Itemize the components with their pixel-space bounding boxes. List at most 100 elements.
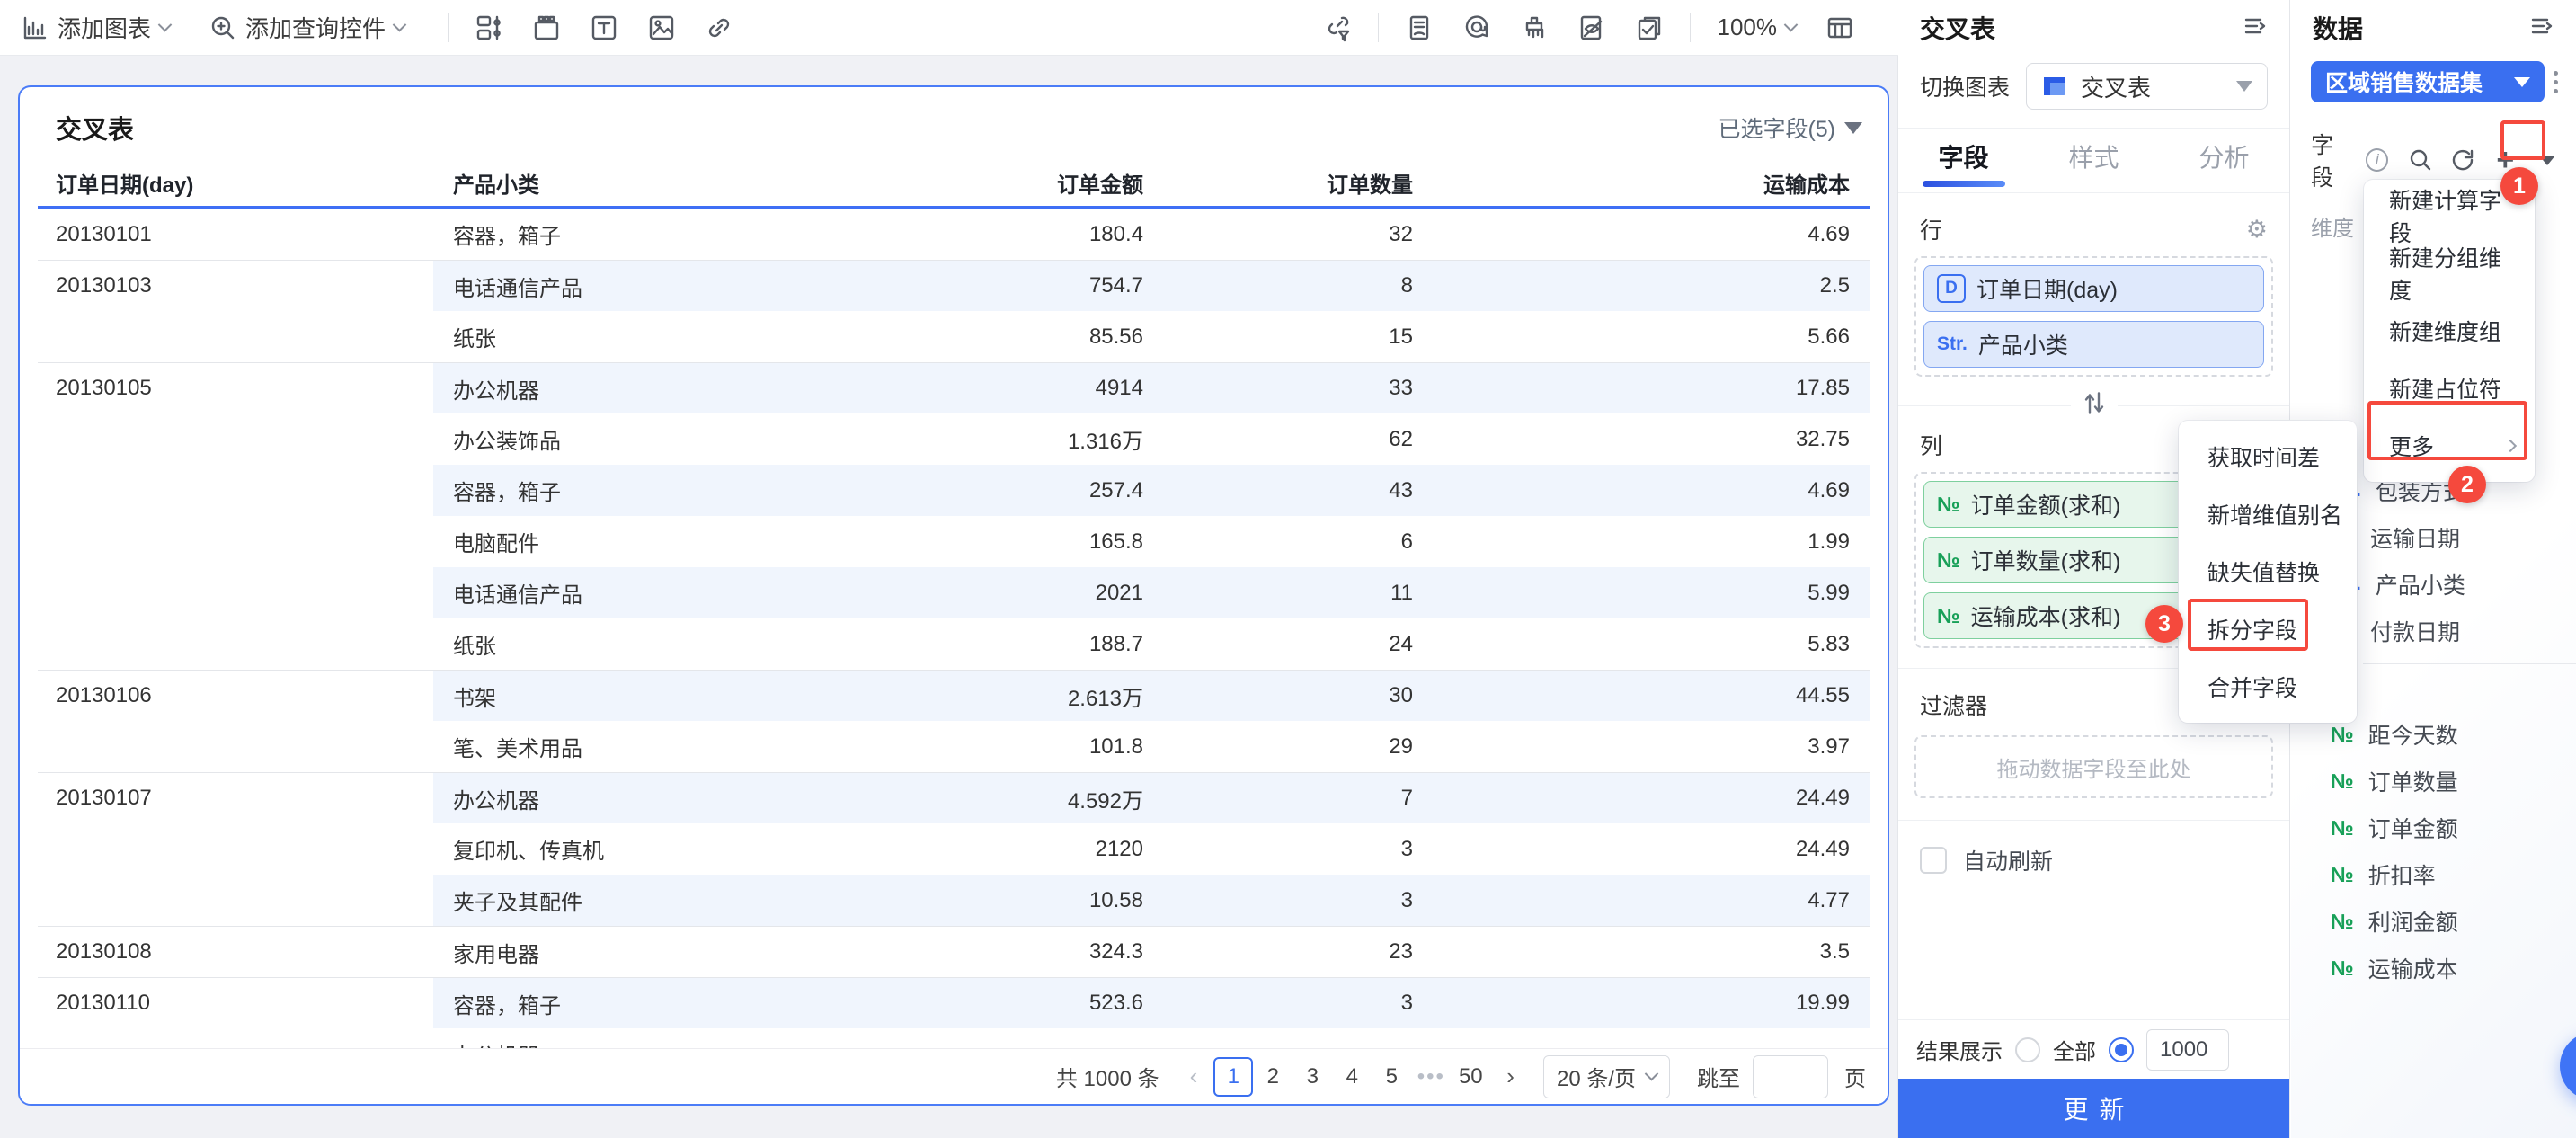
auto-refresh-checkbox[interactable] bbox=[1920, 847, 1947, 874]
column-header-cost[interactable]: 运输成本 bbox=[1413, 167, 1870, 199]
table-row[interactable]: 纸张 85.56 15 5.66 bbox=[38, 311, 1870, 362]
row-amount-cell: 180.4 bbox=[1088, 221, 1143, 246]
add-field-caret[interactable] bbox=[2530, 142, 2565, 178]
menu-item-label: 新建维度组 bbox=[2389, 320, 2502, 345]
result-all-radio[interactable] bbox=[2015, 1036, 2040, 1062]
row-date-cell bbox=[38, 721, 433, 772]
row-field-chip[interactable]: D 订单日期(day) bbox=[1923, 265, 2264, 312]
table-row[interactable]: 复印机、传真机 2120 3 24.49 bbox=[38, 823, 1870, 875]
context-menu-item-1[interactable]: 获取时间差 bbox=[2179, 428, 2357, 485]
toolbar-divider bbox=[1377, 13, 1379, 42]
dataset-select-button[interactable]: 区域销售数据集 bbox=[2311, 61, 2545, 102]
measure-field-item[interactable]: № 订单数量 bbox=[2291, 758, 2576, 805]
text-widget-button[interactable] bbox=[583, 7, 625, 49]
column-header-amount[interactable]: 订单金额 bbox=[973, 167, 1143, 199]
field-label: 订单金额 bbox=[2367, 817, 2458, 842]
batch-select-button[interactable] bbox=[1629, 7, 1670, 49]
link-widget-button[interactable] bbox=[698, 7, 740, 49]
dataset-name: 区域销售数据集 bbox=[2325, 71, 2483, 96]
add-menu-item-2[interactable]: 新建分组维度 bbox=[2364, 244, 2535, 304]
refresh-icon bbox=[2452, 149, 2474, 171]
row-qty-cell: 7 bbox=[1143, 773, 1413, 823]
result-count-radio[interactable] bbox=[2109, 1036, 2134, 1062]
more-submenu: 获取时间差 新增维值别名 缺失值替换 拆分字段 合并字段 bbox=[2179, 421, 2357, 723]
hide-elements-button[interactable] bbox=[1571, 7, 1612, 49]
page-number-1[interactable]: 1 bbox=[1213, 1056, 1254, 1097]
table-row[interactable]: 容器，箱子 257.4 43 4.69 bbox=[38, 465, 1870, 516]
grid-view-button[interactable] bbox=[1819, 7, 1861, 49]
context-menu-item-3[interactable]: 缺失值替换 bbox=[2179, 543, 2357, 600]
table-row[interactable]: 电脑配件 165.8 6 1.99 bbox=[38, 516, 1870, 567]
page-config-button[interactable] bbox=[1399, 7, 1440, 49]
cross-table-card[interactable]: 交叉表 已选字段(5) 订单日期(day) 产品小类 订单金额 订单数量 运输成… bbox=[18, 85, 1889, 1106]
page-number-50[interactable]: 50 bbox=[1451, 1057, 1490, 1097]
add-query-control-button[interactable]: 添加查询控件 bbox=[209, 11, 407, 44]
filter-control-button[interactable] bbox=[468, 7, 510, 49]
swap-axes-button[interactable] bbox=[2070, 389, 2118, 422]
table-row[interactable]: 20130106 书架 2.613万 30 44.55 bbox=[38, 670, 1870, 721]
chevron-down-icon bbox=[157, 17, 173, 32]
context-menu-item-2[interactable]: 新增维值别名 bbox=[2179, 485, 2357, 543]
column-header-order-date[interactable]: 订单日期(day) bbox=[38, 167, 433, 199]
pagination-total: 共 1000 条 bbox=[1055, 1067, 1159, 1091]
link-settings-button[interactable] bbox=[1317, 7, 1358, 49]
table-row[interactable]: 20130110 容器，箱子 523.6 3 19.99 bbox=[38, 977, 1870, 1028]
update-button[interactable]: 更新 bbox=[1898, 1079, 2289, 1138]
table-row[interactable]: 办公装饰品 1.316万 62 32.75 bbox=[38, 413, 1870, 465]
column-header-product[interactable]: 产品小类 bbox=[433, 167, 973, 199]
table-row[interactable]: 20130107 办公机器 4.592万 7 24.49 bbox=[38, 772, 1870, 823]
measure-field-item[interactable]: № 利润金额 bbox=[2291, 898, 2576, 945]
selected-fields-dropdown[interactable]: 已选字段(5) bbox=[1718, 111, 1862, 144]
result-count-input[interactable]: 1000 bbox=[2146, 1028, 2229, 1071]
row-amount-cell: 165.8 bbox=[1088, 529, 1143, 554]
rows-drop-zone[interactable]: D 订单日期(day) Str. 产品小类 bbox=[1914, 256, 2273, 377]
zoom-control[interactable]: 100% bbox=[1718, 13, 1799, 41]
page-number-2[interactable]: 2 bbox=[1253, 1057, 1292, 1097]
table-row[interactable]: 纸张 188.7 24 5.83 bbox=[38, 618, 1870, 670]
add-menu-item-4[interactable]: 新建占位符 bbox=[2364, 360, 2535, 417]
row-field-chip[interactable]: Str. 产品小类 bbox=[1923, 321, 2264, 368]
table-row[interactable]: 夹子及其配件 10.58 3 4.77 bbox=[38, 875, 1870, 926]
swap-axes-row bbox=[1898, 389, 2289, 422]
table-row[interactable]: 20130101 容器，箱子 180.4 32 4.69 bbox=[38, 209, 1870, 260]
page-number-5[interactable]: 5 bbox=[1372, 1057, 1411, 1097]
tab-style[interactable]: 样式 bbox=[2029, 129, 2159, 192]
prev-page-arrow[interactable]: ‹ bbox=[1181, 1062, 1207, 1090]
measure-field-item[interactable]: № 运输成本 bbox=[2291, 945, 2576, 991]
search-fields-button[interactable] bbox=[2403, 142, 2438, 178]
clean-button[interactable] bbox=[1514, 7, 1555, 49]
tab-fields[interactable]: 字段 bbox=[1898, 129, 2029, 192]
context-menu-item-4[interactable]: 拆分字段 bbox=[2179, 600, 2357, 658]
jump-page-input[interactable] bbox=[1753, 1054, 1828, 1098]
table-row[interactable]: 20130108 家用电器 324.3 23 3.5 bbox=[38, 926, 1870, 977]
page-number-3[interactable]: 3 bbox=[1292, 1057, 1332, 1097]
add-chart-button[interactable]: 添加图表 bbox=[22, 11, 173, 44]
filter-drop-zone[interactable]: 拖动数据字段至此处 bbox=[1914, 735, 2273, 798]
measure-field-item[interactable]: № 订单金额 bbox=[2291, 805, 2576, 851]
tab-analysis[interactable]: 分析 bbox=[2159, 129, 2289, 192]
table-row[interactable]: 办公机器 bbox=[38, 1028, 1870, 1048]
next-page-arrow[interactable]: › bbox=[1497, 1062, 1523, 1090]
page-size-select[interactable]: 20 条/页 bbox=[1542, 1054, 1670, 1098]
table-row[interactable]: 20130103 电话通信产品 754.7 8 2.5 bbox=[38, 260, 1870, 311]
context-menu-item-5[interactable]: 合并字段 bbox=[2179, 658, 2357, 716]
collapse-panel-button[interactable] bbox=[2243, 13, 2268, 43]
add-menu-item-3[interactable]: 新建维度组 bbox=[2364, 302, 2535, 360]
gear-icon[interactable]: ⚙ bbox=[2246, 216, 2268, 244]
chart-type-select[interactable]: 交叉表 bbox=[2026, 63, 2268, 110]
image-widget-button[interactable] bbox=[641, 7, 682, 49]
refresh-fields-button[interactable] bbox=[2446, 142, 2481, 178]
comment-button[interactable] bbox=[1456, 7, 1497, 49]
collapse-panel-button[interactable] bbox=[2529, 13, 2554, 43]
field-label: 订单数量 bbox=[2367, 770, 2458, 796]
page-number-4[interactable]: 4 bbox=[1332, 1057, 1372, 1097]
table-row[interactable]: 电话通信产品 2021 11 5.99 bbox=[38, 567, 1870, 618]
column-header-quantity[interactable]: 订单数量 bbox=[1143, 167, 1413, 199]
add-menu-item-5[interactable]: 更多 bbox=[2364, 417, 2535, 475]
measure-field-item[interactable]: № 折扣率 bbox=[2291, 851, 2576, 898]
row-cost-cell: 24.49 bbox=[1795, 836, 1850, 861]
table-row[interactable]: 20130105 办公机器 4914 33 17.85 bbox=[38, 362, 1870, 413]
tab-container-button[interactable] bbox=[526, 7, 567, 49]
table-row[interactable]: 笔、美术用品 101.8 29 3.97 bbox=[38, 721, 1870, 772]
dataset-more-button[interactable] bbox=[2548, 66, 2563, 99]
